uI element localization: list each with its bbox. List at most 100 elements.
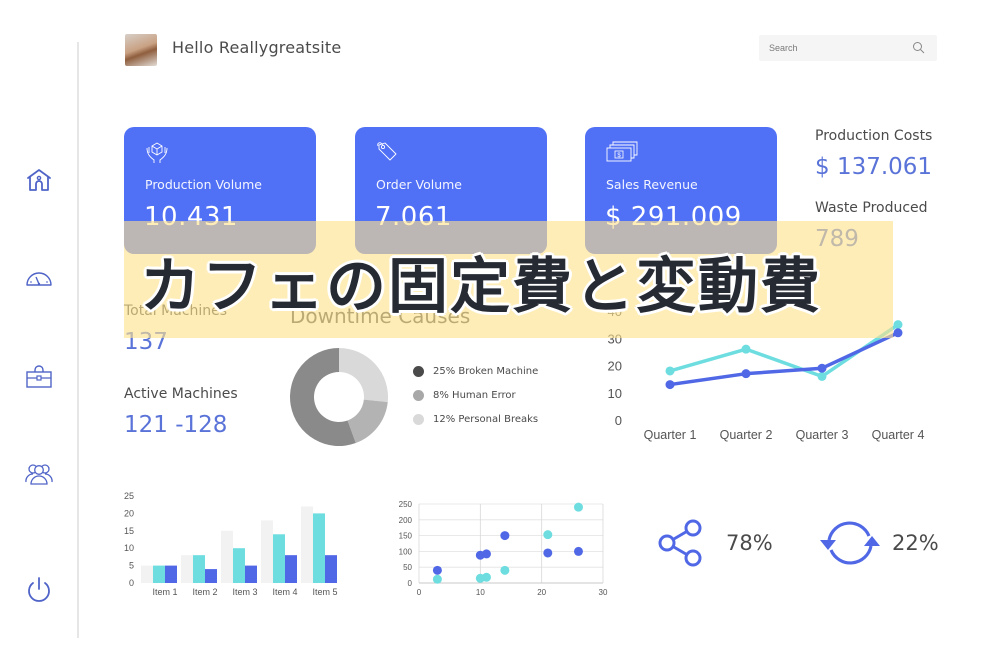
y-tick-label: 5 (129, 561, 134, 571)
waste-produced-label: Waste Produced (815, 200, 928, 216)
sidebar-item-home[interactable] (24, 165, 54, 195)
data-point (893, 328, 903, 338)
y-tick-label: 10 (124, 543, 134, 553)
data-point (817, 371, 827, 381)
x-tick-label: 20 (537, 588, 546, 597)
legend-marker (413, 390, 424, 401)
card-label: Order Volume (376, 177, 462, 192)
legend-item-broken-machine: 25% Broken Machine (413, 366, 538, 377)
share-icon[interactable] (655, 518, 705, 568)
data-point (741, 344, 751, 354)
search-box[interactable] (759, 35, 937, 61)
y-tick-label: 100 (399, 547, 413, 556)
data-point (741, 369, 751, 379)
bar-series-b (205, 569, 217, 583)
bar-background (141, 565, 153, 583)
legend-label: 25% Broken Machine (433, 366, 539, 377)
x-tick-label: Item 2 (192, 587, 217, 597)
bar-series-b (165, 565, 177, 583)
bar-background (221, 530, 233, 583)
sidebar-divider (77, 42, 79, 638)
bar-series-a (273, 534, 285, 583)
card-value: $ 291.009 (605, 202, 742, 232)
card-sales-revenue[interactable]: $ Sales Revenue $ 291.009 (585, 127, 777, 254)
price-tag-icon (377, 142, 397, 161)
search-input[interactable] (769, 40, 909, 56)
power-icon (28, 577, 50, 602)
y-tick-label: 150 (399, 532, 413, 541)
search-icon[interactable] (912, 41, 925, 54)
legend-label: 12% Personal Breaks (433, 414, 539, 425)
line-chart: 0 10 20 30 40 Quarter 1 Quarter 2 Quarter 3 Quar… (608, 304, 925, 442)
bar-series-b (245, 565, 257, 583)
active-machines-label: Active Machines (124, 386, 238, 402)
sidebar-item-logout[interactable] (24, 575, 54, 605)
bar-series-a (193, 555, 205, 583)
scatter-point (573, 502, 583, 512)
bar-series-b (325, 555, 337, 583)
y-tick-label: 50 (403, 563, 412, 572)
y-tick-label: 0 (129, 578, 134, 588)
avatar[interactable] (125, 34, 157, 66)
refresh-icon[interactable] (815, 518, 885, 568)
bar-background (301, 506, 313, 583)
x-tick-label: Quarter 3 (796, 428, 849, 442)
sidebar-item-work[interactable] (24, 362, 54, 392)
y-tick-label: 40 (608, 304, 622, 319)
users-icon (25, 464, 53, 485)
y-tick-label: 20 (608, 359, 622, 374)
x-tick-label: Item 1 (152, 587, 177, 597)
bar-series-b (285, 555, 297, 583)
y-tick-label: 250 (399, 500, 413, 509)
donut-chart-title: Downtime Causes (290, 304, 471, 328)
greeting: Hello Reallygreatsite (172, 38, 342, 57)
sidebar-item-team[interactable] (24, 459, 54, 489)
card-order-volume[interactable]: Order Volume 7.061 (355, 127, 547, 254)
y-tick-label: 10 (608, 386, 622, 401)
legend-item-human-error: 8% Human Error (413, 390, 516, 401)
x-tick-label: Item 4 (272, 587, 297, 597)
scatter-point (543, 530, 553, 540)
legend-item-personal-breaks: 12% Personal Breaks (413, 414, 538, 425)
y-tick-label: 0 (408, 579, 413, 588)
x-tick-label: Quarter 4 (872, 428, 925, 442)
refresh-kpi-value: 22% (892, 531, 939, 555)
y-tick-label: 0 (615, 413, 622, 428)
y-tick-label: 30 (608, 331, 622, 346)
scatter-point (481, 572, 491, 582)
series-line (669, 331, 899, 387)
y-tick-label: 20 (124, 508, 134, 518)
x-tick-label: Quarter 2 (720, 428, 773, 442)
production-costs-value: $ 137.061 (815, 154, 933, 180)
scatter-point (543, 548, 553, 558)
card-label: Production Volume (145, 177, 262, 192)
scatter-point (432, 574, 442, 584)
bar-series-a (153, 565, 165, 583)
money-stack-icon: $ (606, 141, 638, 162)
home-icon (27, 169, 51, 191)
x-tick-label: Quarter 1 (644, 428, 697, 442)
waste-produced-value: 789 (815, 226, 859, 252)
x-tick-label: Item 5 (312, 587, 337, 597)
card-production-volume[interactable]: Production Volume 10.431 (124, 127, 316, 254)
sidebar-item-dashboard[interactable] (24, 263, 54, 293)
share-kpi-value: 78% (726, 531, 773, 555)
y-tick-label: 15 (124, 526, 134, 536)
bar-background (261, 520, 273, 583)
total-machines-value: 137 (124, 329, 168, 355)
active-machines-value: 121 -128 (124, 412, 228, 438)
scatter-point (432, 565, 442, 575)
briefcase-icon (26, 365, 52, 388)
bar-chart: 0 5 10 15 20 25 Item 1 Item 2 Item 3 Item 4 Item 5 (124, 491, 338, 597)
speedometer-icon (26, 272, 52, 286)
data-point (817, 363, 827, 373)
card-value: 10.431 (144, 202, 238, 232)
scatter-point (573, 546, 583, 556)
x-tick-label: 0 (417, 588, 422, 597)
legend-label: 8% Human Error (433, 390, 516, 401)
scatter-point (481, 549, 491, 559)
legend-marker (413, 366, 424, 377)
donut-chart (290, 348, 388, 446)
total-machines-label: Total Machines (124, 303, 228, 319)
scatter-chart: 0 50 100 150 200 250 0 10 20 30 (399, 500, 608, 597)
